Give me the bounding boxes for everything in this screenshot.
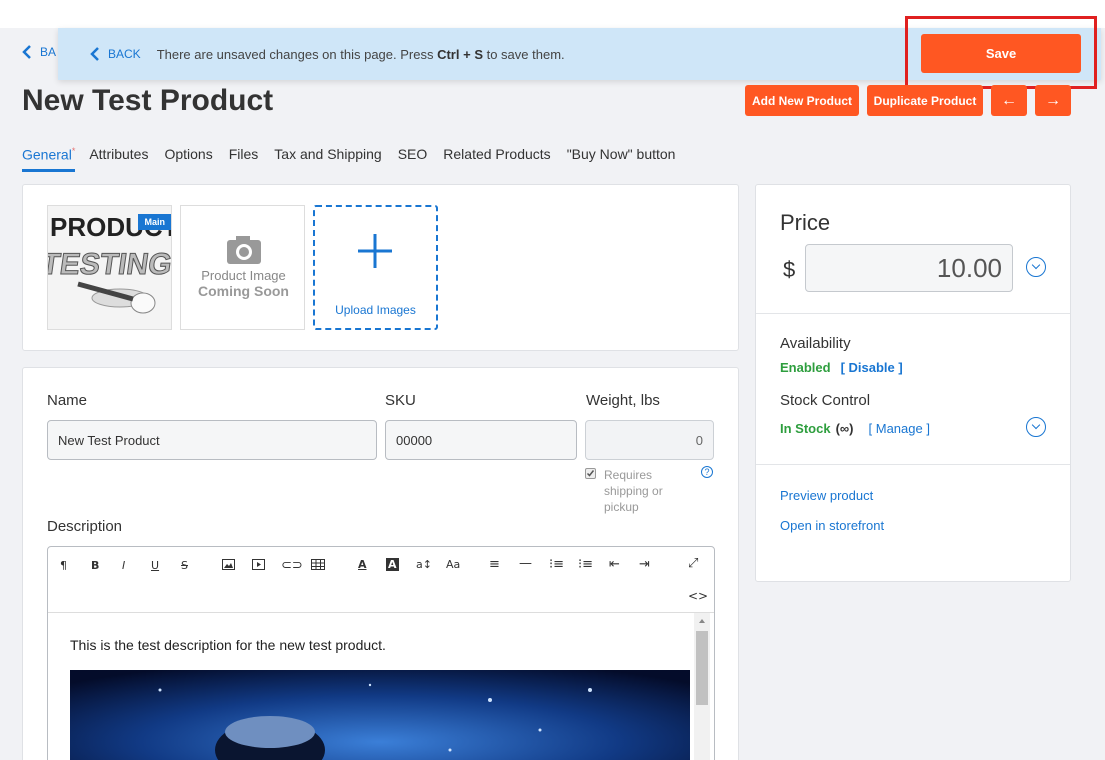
arrow-left-icon: ←	[1001, 91, 1017, 109]
price-expand-icon[interactable]	[1026, 257, 1046, 277]
link-icon[interactable]: ⊂⊃	[281, 558, 303, 573]
preview-product-link[interactable]: Preview product	[780, 488, 873, 503]
image-icon[interactable]	[222, 559, 235, 573]
stock-control-label: Stock Control	[780, 392, 871, 409]
bold-icon[interactable]: B	[91, 559, 99, 572]
message-post: to save them.	[482, 46, 565, 62]
tab-attributes[interactable]: Attributes	[89, 146, 148, 172]
main-badge: Main	[138, 214, 171, 230]
description-label: Description	[47, 518, 123, 535]
image-text-testing: TESTING	[48, 248, 172, 281]
requires-shipping-label: Requires shipping or pickup	[604, 468, 663, 514]
code-view-icon[interactable]: <>	[688, 589, 708, 603]
italic-icon[interactable]: I	[122, 559, 125, 572]
editor-scrollbar[interactable]	[694, 613, 710, 760]
video-icon[interactable]	[252, 559, 265, 573]
tab-files[interactable]: Files	[229, 146, 259, 172]
chevron-left-icon	[22, 45, 31, 59]
placeholder-line1: Product Image	[201, 268, 286, 283]
currency-symbol: $	[783, 257, 796, 282]
ctrl-key: Ctrl	[437, 46, 460, 62]
tab-options[interactable]: Options	[164, 146, 212, 172]
open-in-storefront-link[interactable]: Open in storefront	[780, 518, 884, 533]
sku-input[interactable]: 00000	[385, 420, 577, 460]
paragraph-icon[interactable]: ¶	[60, 559, 67, 572]
main-image-thumbnail[interactable]: PRODUCT TESTING Main	[47, 205, 172, 330]
strikethrough-icon[interactable]: S	[181, 559, 188, 572]
editor-toolbar: ¶ B I U S ⊂⊃ A A a↕ Aa ≡ — ⁝≡ ⁝≡ ⇤ ⇥ ⤢ <…	[48, 547, 714, 613]
back-link-label: BA	[40, 45, 57, 59]
availability-label: Availability	[780, 335, 851, 352]
arrow-right-icon: →	[1045, 91, 1061, 109]
tab-tax-and-shipping[interactable]: Tax and Shipping	[274, 146, 381, 172]
placeholder-image-thumbnail[interactable]: Product Image Coming Soon	[180, 205, 305, 330]
name-label: Name	[47, 392, 88, 409]
upload-images-button[interactable]: Upload Images	[313, 205, 438, 330]
upload-images-label: Upload Images	[335, 303, 416, 317]
description-editor: ¶ B I U S ⊂⊃ A A a↕ Aa ≡ — ⁝≡ ⁝≡ ⇤ ⇥ ⤢ <…	[47, 546, 715, 760]
product-tabs: General* Attributes Options Files Tax an…	[22, 146, 675, 172]
scroll-up-icon[interactable]	[694, 615, 710, 627]
horizontal-line-icon[interactable]: —	[519, 556, 532, 571]
tab-buy-now-button[interactable]: "Buy Now" button	[567, 146, 676, 172]
outdent-icon[interactable]: ⇤	[609, 557, 620, 572]
stock-quantity: (∞)	[835, 421, 854, 436]
s-key: S	[474, 46, 483, 62]
underline-icon[interactable]: U	[151, 559, 159, 572]
availability-row: Enabled [ Disable ]	[780, 360, 903, 375]
sku-label: SKU	[385, 392, 416, 409]
name-input[interactable]: New Test Product	[47, 420, 377, 460]
back-link-under[interactable]: BA	[22, 45, 56, 59]
tab-general[interactable]: General*	[22, 146, 76, 172]
divider	[756, 464, 1070, 465]
align-icon[interactable]: ≡	[489, 557, 500, 572]
checkmark-icon	[586, 470, 595, 477]
indent-icon[interactable]: ⇥	[639, 557, 650, 572]
weight-input[interactable]: 0	[585, 420, 714, 460]
stock-row: In Stock (∞) [ Manage ]	[780, 421, 930, 436]
text-color-icon[interactable]: A	[358, 558, 367, 571]
previous-product-button[interactable]: ←	[991, 85, 1027, 116]
next-product-button[interactable]: →	[1035, 85, 1071, 116]
table-icon[interactable]	[311, 559, 325, 573]
images-card: PRODUCT TESTING Main Product Image Comin…	[22, 184, 739, 351]
description-image[interactable]	[70, 670, 690, 760]
duplicate-product-button[interactable]: Duplicate Product	[867, 85, 983, 116]
price-input[interactable]: 10.00	[805, 244, 1013, 292]
scrollbar-thumb[interactable]	[696, 631, 708, 705]
product-details-card: Name SKU Weight, lbs New Test Product 00…	[22, 367, 739, 760]
add-new-product-button[interactable]: Add New Product	[745, 85, 859, 116]
manage-link[interactable]: [ Manage ]	[869, 421, 930, 436]
price-panel: Price $ 10.00 Availability Enabled [ Dis…	[755, 184, 1071, 582]
tab-general-label: General	[22, 146, 72, 163]
stock-status: In Stock	[780, 421, 831, 436]
background-color-icon[interactable]: A	[386, 558, 399, 571]
message-pre: There are unsaved changes on this page. …	[156, 46, 438, 62]
unsaved-message: There are unsaved changes on this page. …	[157, 47, 565, 62]
availability-status: Enabled	[780, 360, 831, 375]
help-icon[interactable]: ?	[701, 466, 713, 478]
price-title: Price	[780, 210, 831, 235]
bullet-list-icon[interactable]: ⁝≡	[549, 557, 564, 572]
font-family-icon[interactable]: Aa	[446, 558, 460, 571]
numbered-list-icon[interactable]: ⁝≡	[578, 557, 593, 572]
disable-link[interactable]: [ Disable ]	[841, 360, 903, 375]
font-size-icon[interactable]: a↕	[416, 558, 432, 571]
tab-seo[interactable]: SEO	[398, 146, 428, 172]
requires-shipping-checkbox[interactable]	[585, 468, 596, 479]
page-title: New Test Product	[22, 84, 274, 117]
fullscreen-icon[interactable]: ⤢	[688, 556, 698, 571]
tab-related-products[interactable]: Related Products	[443, 146, 550, 172]
plus-sign: +	[459, 46, 475, 62]
chevron-left-icon	[90, 47, 99, 61]
weight-label: Weight, lbs	[586, 392, 660, 409]
description-text[interactable]: This is the test description for the new…	[70, 637, 386, 653]
stock-expand-icon[interactable]	[1026, 417, 1046, 437]
divider	[756, 313, 1070, 314]
placeholder-line2: Coming Soon	[198, 283, 289, 299]
highlight-box	[905, 16, 1097, 89]
unsaved-marker: *	[71, 146, 76, 156]
back-button[interactable]: BACK	[90, 47, 141, 61]
back-label: BACK	[108, 47, 141, 61]
